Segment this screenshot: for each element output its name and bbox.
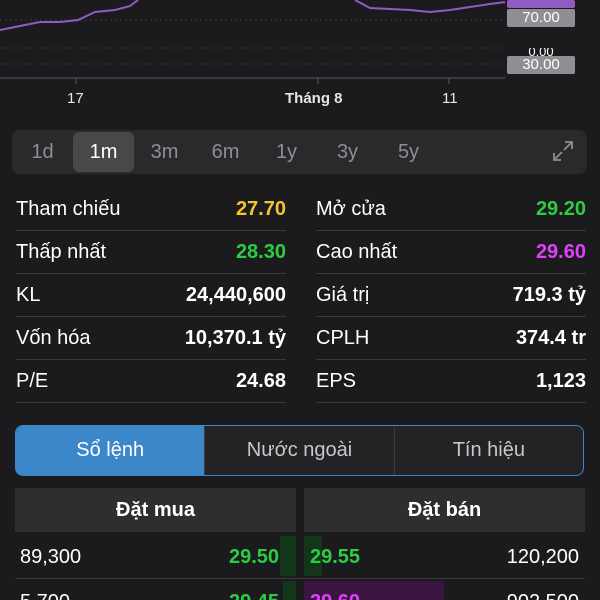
stats-left: Tham chiếu 27.70 Thấp nhất 28.30 KL 24,4… [16, 188, 286, 403]
stat-value: 1,123 [535, 369, 586, 392]
stat-value: 28.30 [235, 240, 286, 263]
range-3m[interactable]: 3m [134, 132, 195, 172]
stat-label: Cao nhất [316, 240, 398, 263]
stat-label: CPLH [316, 326, 370, 349]
price-line-2 [354, 0, 506, 14]
tab-tin-hieu[interactable]: Tín hiệu [393, 426, 583, 475]
stat-value: 27.70 [235, 197, 286, 220]
expand-icon[interactable] [551, 139, 575, 163]
price-tag-30: 30.00 [507, 56, 575, 74]
range-6m[interactable]: 6m [195, 132, 256, 172]
stats-right: Mở cửa 29.20 Cao nhất 29.60 Giá trị 719.… [316, 188, 586, 403]
stat-row-von-hoa: Vốn hóa 10,370.1 tỷ [16, 317, 286, 360]
price-tag-0: 0.00 [528, 48, 554, 56]
stat-row-tham-chieu: Tham chiếu 27.70 [16, 188, 286, 231]
price-line [0, 0, 139, 31]
buy-price: 29.50 [229, 546, 280, 568]
range-1m[interactable]: 1m [73, 132, 134, 172]
stat-value: 10,370.1 tỷ [184, 326, 286, 349]
stat-label: P/E [16, 369, 49, 392]
stat-row-cao-nhat: Cao nhất 29.60 [316, 231, 586, 274]
x-tick-17: 17 [67, 90, 84, 107]
orderbook-row[interactable]: 89,300 29.50 29.55 120,200 [0, 534, 600, 578]
stat-row-pe: P/E 24.68 [16, 360, 286, 403]
stat-value: 374.4 tr [515, 326, 586, 349]
stat-row-gia-tri: Giá trị 719.3 tỷ [316, 274, 586, 317]
sell-price: 29.55 [310, 546, 361, 568]
stat-value: 29.20 [535, 197, 586, 220]
x-tick-thang-8: Tháng 8 [285, 90, 343, 107]
price-chart[interactable]: 70.00 0.00 30.00 17 Tháng 8 11 [0, 0, 600, 115]
tab-nuoc-ngoai[interactable]: Nước ngoài [204, 426, 393, 475]
stat-label: KL [16, 283, 41, 306]
range-3y[interactable]: 3y [317, 132, 378, 172]
stat-label: Vốn hóa [16, 326, 91, 349]
sell-volume: 120,200 [506, 546, 579, 568]
price-tag-top [507, 0, 575, 8]
stat-label: Giá trị [316, 283, 370, 306]
range-1d[interactable]: 1d [12, 132, 73, 172]
orderbook-sell-header: Đặt bán [304, 488, 585, 532]
stat-label: Thấp nhất [16, 240, 107, 263]
orderbook-row[interactable]: 5,700 29.45 29.60 902,500 [0, 579, 600, 600]
chart-grid [0, 19, 505, 65]
stat-row-cplh: CPLH 374.4 tr [316, 317, 586, 360]
x-tick-11: 11 [442, 90, 458, 107]
stat-row-thap-nhat: Thấp nhất 28.30 [16, 231, 286, 274]
stat-value: 24,440,600 [185, 283, 286, 306]
range-5y[interactable]: 5y [378, 132, 439, 172]
buy-volume-bar [283, 581, 296, 600]
sell-volume: 902,500 [507, 591, 579, 600]
time-range-selector: 1d 1m 3m 6m 1y 3y 5y [12, 130, 587, 174]
stat-row-eps: EPS 1,123 [316, 360, 586, 403]
buy-price: 29.45 [229, 591, 279, 600]
stat-value: 719.3 tỷ [512, 283, 586, 306]
stat-row-kl: KL 24,440,600 [16, 274, 286, 317]
stat-row-mo-cua: Mở cửa 29.20 [316, 188, 586, 231]
stat-value: 29.60 [535, 240, 586, 263]
sell-price: 29.60 [310, 591, 360, 600]
price-tag-70: 70.00 [507, 9, 575, 27]
range-1y[interactable]: 1y [256, 132, 317, 172]
buy-volume: 89,300 [20, 546, 82, 568]
tab-so-lenh[interactable]: Sổ lệnh [16, 426, 205, 475]
stat-label: Tham chiếu [16, 197, 121, 220]
x-tick-marks [75, 78, 450, 84]
segment-tabs: Sổ lệnh Nước ngoài Tín hiệu [15, 425, 584, 476]
buy-volume: 5,700 [20, 591, 70, 600]
stat-value: 24.68 [235, 369, 286, 392]
stat-label: EPS [316, 369, 357, 392]
buy-volume-bar [280, 536, 296, 576]
orderbook-buy-header: Đặt mua [15, 488, 296, 532]
stat-label: Mở cửa [316, 197, 386, 220]
